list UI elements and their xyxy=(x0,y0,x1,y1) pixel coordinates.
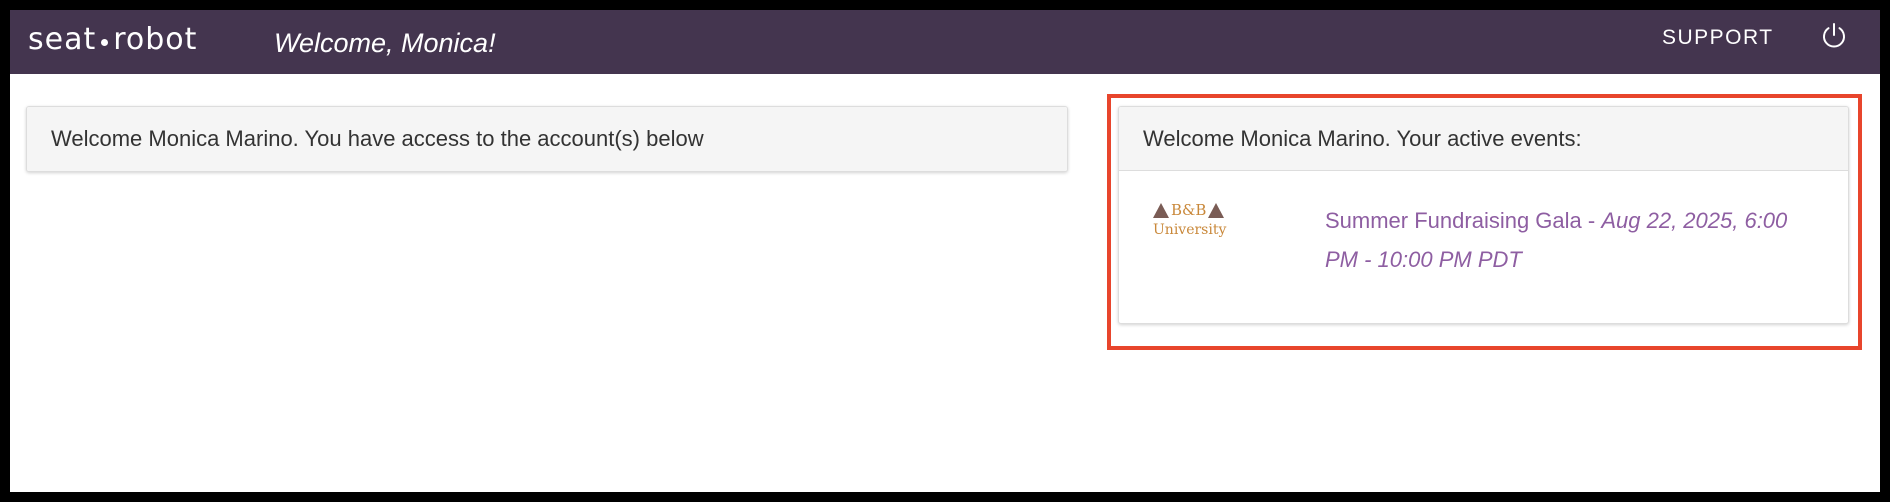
brand-logo[interactable]: seat robot xyxy=(28,22,197,58)
brand-text-left: seat xyxy=(28,22,97,57)
mountain-left-icon xyxy=(1153,202,1169,218)
mountain-right-icon xyxy=(1208,202,1225,218)
brand-text-right: robot xyxy=(113,22,198,57)
logo-text-bb: B&B xyxy=(1171,201,1207,219)
power-icon[interactable] xyxy=(1819,20,1849,50)
app-window: seat robot Welcome, Monica! SUPPORT Welc… xyxy=(10,10,1880,492)
accounts-panel: Welcome Monica Marino. You have access t… xyxy=(26,106,1068,172)
brand-dot-icon xyxy=(101,38,109,46)
event-separator: - xyxy=(1581,208,1602,233)
events-panel: Welcome Monica Marino. Your active event… xyxy=(1118,106,1849,324)
logo-top-row: B&B xyxy=(1153,200,1233,220)
support-link[interactable]: SUPPORT xyxy=(1662,24,1774,52)
accounts-panel-heading: Welcome Monica Marino. You have access t… xyxy=(27,107,1067,171)
welcome-title: Welcome, Monica! xyxy=(274,28,496,58)
event-logo: B&B University xyxy=(1153,200,1233,242)
top-navbar: seat robot Welcome, Monica! SUPPORT xyxy=(10,10,1880,74)
logo-text-university: University xyxy=(1153,222,1227,238)
event-name: Summer Fundraising Gala xyxy=(1325,208,1582,233)
events-panel-body: B&B University Summer Fundraising Gala -… xyxy=(1119,171,1848,323)
event-link[interactable]: Summer Fundraising Gala - Aug 22, 2025, … xyxy=(1325,201,1825,279)
events-panel-heading: Welcome Monica Marino. Your active event… xyxy=(1119,107,1848,171)
power-icon-svg xyxy=(1823,23,1845,48)
